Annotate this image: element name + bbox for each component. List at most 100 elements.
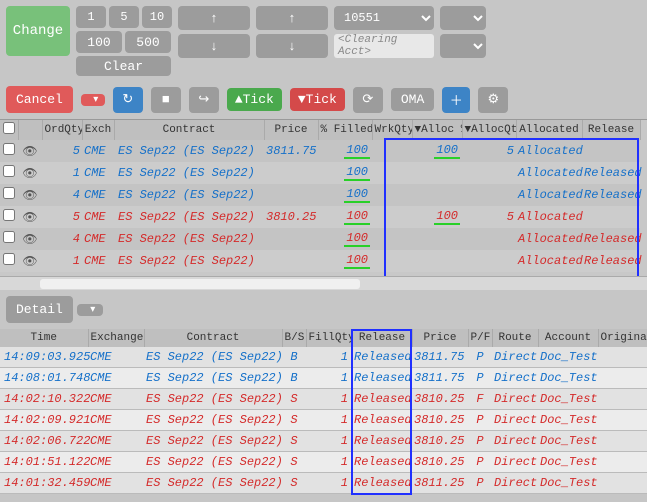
cell-wrkqty [372,250,412,272]
cell-release: Released [352,347,412,368]
cell-pf: P [468,368,492,389]
cell-route: Direct [492,347,538,368]
eye-icon[interactable]: 👁 [18,228,42,250]
cell-allocqty: 5 [462,140,516,162]
cell-exch: CME [82,250,114,272]
eye-icon[interactable]: 👁 [18,184,42,206]
qty-100[interactable]: 100 [76,31,122,53]
oma-button[interactable]: OMA [391,88,434,111]
order-row[interactable]: 👁4CMEES Sep22 (ES Sep22)100AllocatedRele… [0,228,640,250]
col-contract[interactable]: Contract [114,120,264,140]
fcol-price[interactable]: Price [412,329,468,347]
order-row[interactable]: 👁4CMEES Sep22 (ES Sep22)100AllocatedRele… [0,184,640,206]
fcol-account[interactable]: Account [538,329,598,347]
clear-button[interactable]: Clear [76,56,171,76]
detail-menu[interactable] [77,304,103,316]
fcol-time[interactable]: Time [0,329,88,347]
row-checkbox[interactable] [3,165,15,177]
order-row[interactable]: 👁5CMEES Sep22 (ES Sep22)3810.251001005Al… [0,206,640,228]
col-price[interactable]: Price [264,120,318,140]
eye-icon[interactable]: 👁 [18,206,42,228]
stepper-2-up[interactable]: ↑ [256,6,328,30]
eye-icon[interactable]: 👁 [18,162,42,184]
qty-10[interactable]: 10 [142,6,172,28]
qty-1[interactable]: 1 [76,6,106,28]
row-checkbox[interactable] [3,209,15,221]
col-select[interactable] [0,120,18,140]
row-checkbox[interactable] [3,143,15,155]
forward-icon[interactable]: ↪ [189,87,219,113]
eye-icon[interactable]: 👁 [18,140,42,162]
col-ordqty[interactable]: OrdQty [42,120,82,140]
cell-allocpct: 100 [412,206,462,228]
orders-hscroll[interactable] [0,276,647,290]
stepper-2-down[interactable]: ↓ [256,34,328,58]
cell-ordqty: 4 [42,228,82,250]
refresh-icon[interactable]: ↻ [113,87,143,113]
cell-price [264,228,318,250]
order-row[interactable]: 👁1CMEES Sep22 (ES Sep22)100AllocatedRele… [0,162,640,184]
qty-500[interactable]: 500 [125,31,171,53]
fcol-exchange[interactable]: Exchange [88,329,144,347]
extra-combo-1[interactable] [440,6,486,30]
detail-button[interactable]: Detail [6,296,73,323]
add-button[interactable]: ＋ [442,87,470,113]
cell-wrkqty [372,206,412,228]
cancel-button[interactable]: Cancel [6,86,73,113]
cell-contract: ES Sep22 (ES Sep22) [114,250,264,272]
col-wrkqty[interactable]: WrkQty [372,120,412,140]
tick-up-button[interactable]: ▲Tick [227,88,282,111]
fcol-fillqty[interactable]: FillQty [306,329,352,347]
col-exch[interactable]: Exch [82,120,114,140]
extra-combo-2[interactable] [440,34,486,58]
col-allocpct[interactable]: ▼Alloc % [412,120,462,140]
fill-row[interactable]: 14:08:01.748CMEES Sep22 (ES Sep22)B1Rele… [0,368,647,389]
fcol-contract[interactable]: Contract [144,329,282,347]
filter-icon[interactable]: ⚙ [478,87,508,113]
col-pctfilled[interactable]: % Filled [318,120,372,140]
fcol-pf[interactable]: P/F [468,329,492,347]
orders-hscroll-thumb[interactable] [40,279,360,289]
cell-ordqty: 5 [42,140,82,162]
cell-account: Doc_Test [538,410,598,431]
fcol-release[interactable]: Release [352,329,412,347]
col-release[interactable]: Release [582,120,640,140]
order-row[interactable]: 👁1CMEES Sep22 (ES Sep22)100AllocatedRele… [0,250,640,272]
select-all-checkbox[interactable] [3,122,15,134]
cell-originator [598,347,647,368]
fill-row[interactable]: 14:02:06.722CMEES Sep22 (ES Sep22)S1Rele… [0,431,647,452]
row-checkbox[interactable] [3,253,15,265]
fill-row[interactable]: 14:01:32.459CMEES Sep22 (ES Sep22)S1Rele… [0,473,647,494]
row-checkbox[interactable] [3,187,15,199]
cell-bs: S [282,473,306,494]
fill-row[interactable]: 14:02:09.921CMEES Sep22 (ES Sep22)S1Rele… [0,410,647,431]
stepper-1-down[interactable]: ↓ [178,34,250,58]
fcol-originator[interactable]: Originator [598,329,647,347]
cell-wrkqty [372,140,412,162]
order-row[interactable]: 👁5CMEES Sep22 (ES Sep22)3811.751001005Al… [0,140,640,162]
cell-contract: ES Sep22 (ES Sep22) [114,162,264,184]
col-allocqty[interactable]: ▼AllocQty [462,120,516,140]
qty-5[interactable]: 5 [109,6,139,28]
fcol-route[interactable]: Route [492,329,538,347]
cell-account: Doc_Test [538,431,598,452]
col-visibility[interactable] [18,120,42,140]
row-checkbox[interactable] [3,231,15,243]
change-button[interactable]: Change [6,6,70,56]
tick-down-button[interactable]: ▼Tick [290,88,345,111]
eye-icon[interactable]: 👁 [18,250,42,272]
stepper-1-up[interactable]: ↑ [178,6,250,30]
cancel-menu[interactable] [81,94,105,106]
stop-icon[interactable]: ■ [151,87,181,113]
cell-ordqty: 1 [42,162,82,184]
cell-release [582,140,640,162]
fill-row[interactable]: 14:01:51.122CMEES Sep22 (ES Sep22)S1Rele… [0,452,647,473]
cell-time: 14:09:03.925 [0,347,88,368]
fill-row[interactable]: 14:09:03.925CMEES Sep22 (ES Sep22)B1Rele… [0,347,647,368]
reload-icon[interactable]: ⟳ [353,87,383,113]
fcol-bs[interactable]: B/S [282,329,306,347]
account-combo[interactable]: 10551 [334,6,434,30]
fill-row[interactable]: 14:02:10.322CMEES Sep22 (ES Sep22)S1Rele… [0,389,647,410]
col-allocated[interactable]: Allocated [516,120,582,140]
clearing-acct-field[interactable]: <Clearing Acct> [334,34,434,58]
